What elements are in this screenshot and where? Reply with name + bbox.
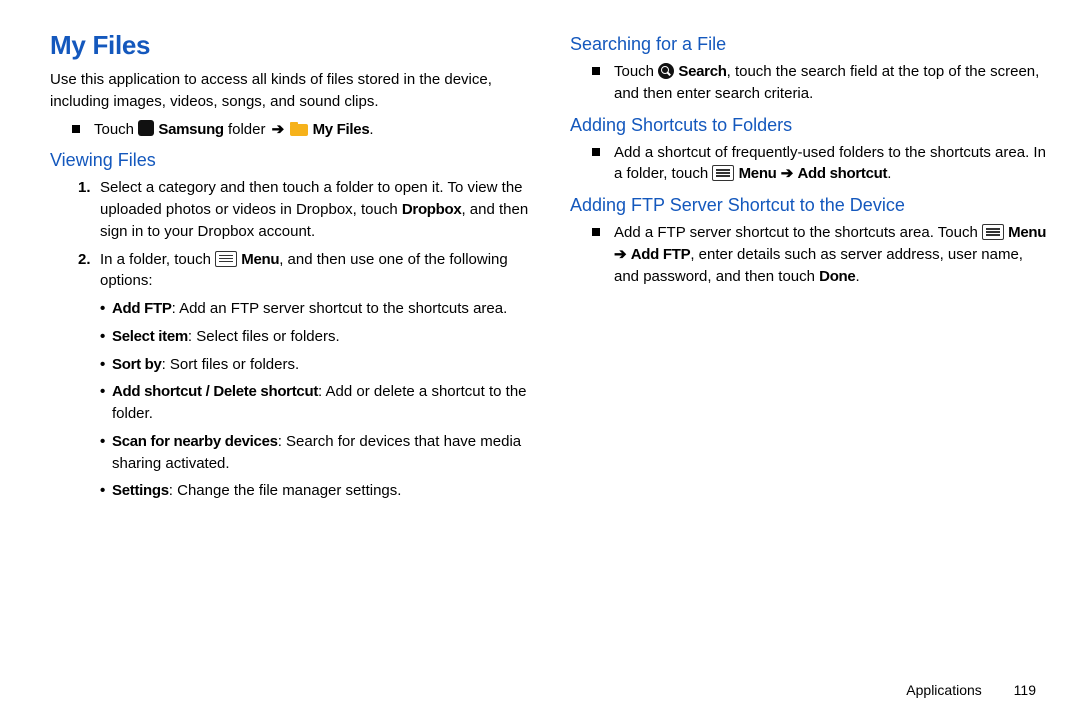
footer-section: Applications — [906, 682, 982, 698]
option-item: • Add FTP: Add an FTP server shortcut to… — [100, 298, 530, 320]
square-bullet-icon — [72, 125, 80, 133]
menu-icon — [215, 251, 237, 267]
app-icon — [138, 120, 154, 136]
page-footer: Applications 119 — [906, 682, 1036, 698]
square-bullet-icon — [592, 67, 600, 75]
option-item: • Sort by: Sort files or folders. — [100, 354, 530, 376]
folder-icon — [290, 122, 308, 136]
square-bullet-icon — [592, 228, 600, 236]
option-item: • Scan for nearby devices: Search for de… — [100, 431, 530, 475]
intro-text: Use this application to access all kinds… — [50, 69, 530, 113]
page-title: My Files — [50, 30, 530, 61]
menu-icon — [982, 224, 1004, 240]
ftp-instruction: Add a FTP server shortcut to the shortcu… — [592, 222, 1050, 287]
list-number: 1. — [78, 177, 100, 199]
option-item: • Select item: Select files or folders. — [100, 326, 530, 348]
page-number: 119 — [1014, 682, 1036, 698]
list-item: 1. Select a category and then touch a fo… — [78, 177, 530, 242]
left-column: My Files Use this application to access … — [50, 30, 530, 508]
section-adding-shortcuts: Adding Shortcuts to Folders — [570, 115, 1050, 136]
page-body: My Files Use this application to access … — [0, 0, 1080, 518]
section-searching: Searching for a File — [570, 34, 1050, 55]
list-item: 2. In a folder, touch Menu, and then use… — [78, 249, 530, 293]
search-instruction: Touch Search, touch the search field at … — [592, 61, 1050, 105]
ordered-list: 1. Select a category and then touch a fo… — [50, 177, 530, 292]
right-column: Searching for a File Touch Search, touch… — [570, 30, 1050, 508]
option-item: • Settings: Change the file manager sett… — [100, 480, 530, 502]
section-viewing-files: Viewing Files — [50, 150, 530, 171]
option-item: • Add shortcut / Delete shortcut: Add or… — [100, 381, 530, 425]
list-number: 2. — [78, 249, 100, 271]
section-adding-ftp: Adding FTP Server Shortcut to the Device — [570, 195, 1050, 216]
search-icon — [658, 63, 674, 79]
nav-instruction: Touch Samsung folder ➔ My Files. — [72, 119, 530, 141]
nav-text: Touch Samsung folder ➔ My Files. — [94, 119, 374, 141]
square-bullet-icon — [592, 148, 600, 156]
menu-icon — [712, 165, 734, 181]
shortcuts-instruction: Add a shortcut of frequently-used folder… — [592, 142, 1050, 186]
